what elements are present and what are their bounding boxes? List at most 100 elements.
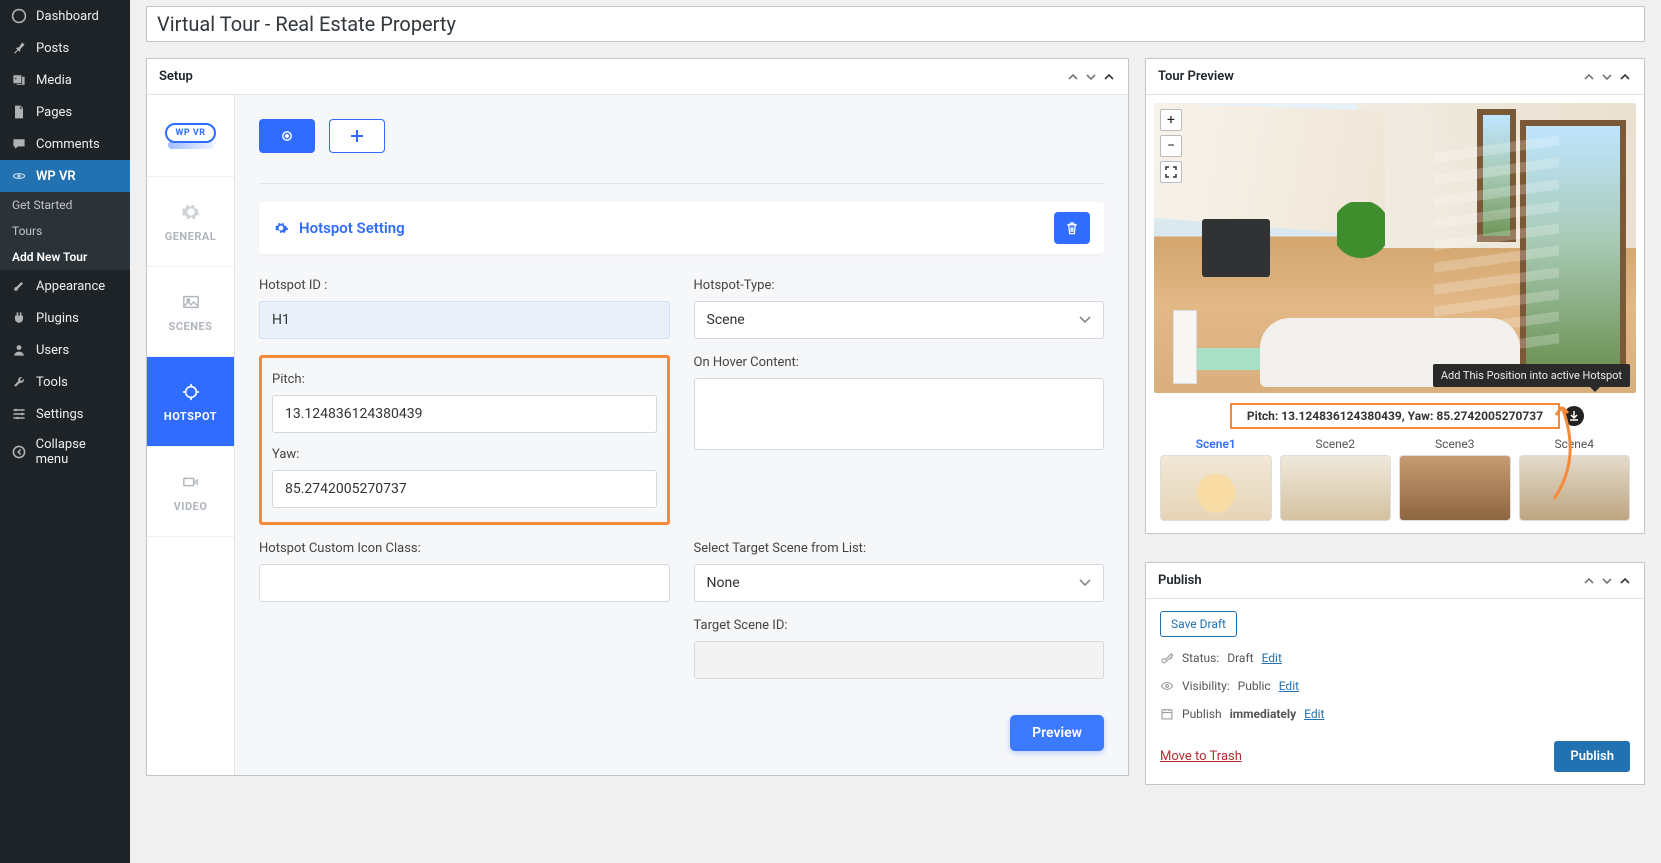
sub-tours[interactable]: Tours <box>0 218 130 244</box>
save-draft-button[interactable]: Save Draft <box>1160 611 1237 637</box>
panel-up-icon[interactable] <box>1582 70 1596 84</box>
nav-dashboard[interactable]: Dashboard <box>0 0 130 32</box>
sub-get-started[interactable]: Get Started <box>0 192 130 218</box>
brush-icon <box>10 277 28 295</box>
hotspot-id-field[interactable] <box>259 301 670 339</box>
download-icon <box>1568 410 1580 422</box>
scene-label: Scene4 <box>1554 437 1594 451</box>
target-scene-select[interactable]: None <box>694 564 1105 602</box>
panel-down-icon[interactable] <box>1600 70 1614 84</box>
tab-label: HOTSPOT <box>164 410 217 423</box>
sub-add-new-tour[interactable]: Add New Tour <box>0 244 130 270</box>
pitch-label: Pitch: <box>272 372 657 387</box>
nav-label: WP VR <box>36 169 76 184</box>
publish-button[interactable]: Publish <box>1554 741 1630 772</box>
delete-hotspot-button[interactable] <box>1054 212 1090 244</box>
nav-collapse[interactable]: Collapse menu <box>0 430 130 474</box>
scene-thumb-1[interactable]: Scene1 <box>1160 437 1272 521</box>
panel-toggle-icon[interactable] <box>1102 70 1116 84</box>
preview-button[interactable]: Preview <box>1010 715 1104 751</box>
hotspot-type-label: Hotspot-Type: <box>694 278 1105 293</box>
tab-label: GENERAL <box>165 230 217 243</box>
pano-viewer[interactable]: + − Add This Position into active Hotspo… <box>1154 103 1636 393</box>
panel-toggle-icon[interactable] <box>1618 574 1632 588</box>
media-icon <box>10 71 28 89</box>
tab-general[interactable]: GENERAL <box>147 177 234 267</box>
edit-visibility-link[interactable]: Edit <box>1279 679 1299 693</box>
nav-comments[interactable]: Comments <box>0 128 130 160</box>
hotspot-type-select[interactable]: Scene <box>694 301 1105 339</box>
edit-status-link[interactable]: Edit <box>1262 651 1282 665</box>
nav-plugins[interactable]: Plugins <box>0 302 130 334</box>
nav-wpvr-submenu: Get Started Tours Add New Tour <box>0 192 130 270</box>
pitch-field[interactable] <box>272 395 657 433</box>
wpvr-logo-swoosh <box>168 141 214 149</box>
setup-tabbar: WP VR GENERAL SCENES <box>147 95 235 775</box>
scene-thumb-image <box>1160 455 1272 521</box>
eye-icon <box>1160 679 1174 693</box>
nav-pages[interactable]: Pages <box>0 96 130 128</box>
zoom-out-button[interactable]: − <box>1160 135 1182 157</box>
nav-label: Appearance <box>36 279 105 294</box>
hover-textarea[interactable] <box>694 378 1105 450</box>
status-label: Status: <box>1182 651 1219 665</box>
user-icon <box>10 341 28 359</box>
yaw-field[interactable] <box>272 470 657 508</box>
tab-video[interactable]: VIDEO <box>147 447 234 537</box>
panel-toggle-icon[interactable] <box>1618 70 1632 84</box>
scene-label: Scene2 <box>1315 437 1355 451</box>
dashboard-icon <box>10 7 28 25</box>
panel-down-icon[interactable] <box>1084 70 1098 84</box>
nav-label: Media <box>36 73 72 88</box>
yaw-label: Yaw: <box>272 447 657 462</box>
tab-hotspot[interactable]: HOTSPOT <box>147 357 234 447</box>
visibility-label: Visibility: <box>1182 679 1230 693</box>
panel-up-icon[interactable] <box>1582 574 1596 588</box>
image-icon <box>179 290 203 314</box>
nav-users[interactable]: Users <box>0 334 130 366</box>
key-icon <box>1160 651 1174 665</box>
status-value: Draft <box>1227 651 1253 665</box>
nav-tools[interactable]: Tools <box>0 366 130 398</box>
nav-posts[interactable]: Posts <box>0 32 130 64</box>
apply-position-button[interactable] <box>1564 406 1584 426</box>
scene-label: Scene1 <box>1196 437 1236 451</box>
scene-thumb-3[interactable]: Scene3 <box>1399 437 1511 521</box>
nav-label: Dashboard <box>36 9 99 24</box>
edit-schedule-link[interactable]: Edit <box>1304 707 1324 721</box>
hotspot-id-label: Hotspot ID : <box>259 278 670 293</box>
tab-label: VIDEO <box>174 500 208 513</box>
schedule-value: immediately <box>1230 707 1297 721</box>
nav-media[interactable]: Media <box>0 64 130 96</box>
video-icon <box>179 470 203 494</box>
nav-label: Plugins <box>36 311 79 326</box>
panel-up-icon[interactable] <box>1066 70 1080 84</box>
scene-thumb-image <box>1280 455 1392 521</box>
tour-preview-header: Tour Preview <box>1158 69 1234 84</box>
zoom-in-button[interactable]: + <box>1160 109 1182 131</box>
visibility-value: Public <box>1238 679 1271 693</box>
fullscreen-button[interactable] <box>1160 161 1182 183</box>
nav-wpvr[interactable]: WP VR <box>0 160 130 192</box>
gear-icon <box>273 220 289 236</box>
scene-thumb-4[interactable]: Scene4 <box>1519 437 1631 521</box>
hotspot-add-button[interactable] <box>329 119 385 153</box>
scene-thumb-image <box>1399 455 1511 521</box>
nav-appearance[interactable]: Appearance <box>0 270 130 302</box>
pitch-yaw-text: Pitch: 13.124836124380439, Yaw: 85.27420… <box>1247 409 1543 423</box>
move-to-trash-link[interactable]: Move to Trash <box>1160 749 1242 764</box>
hotspot-current-button[interactable] <box>259 119 315 153</box>
plug-icon <box>10 309 28 327</box>
tab-logo: WP VR <box>147 95 234 177</box>
scene-thumb-2[interactable]: Scene2 <box>1280 437 1392 521</box>
icon-class-field[interactable] <box>259 564 670 602</box>
nav-label: Posts <box>36 41 69 56</box>
tour-title-field[interactable] <box>146 6 1645 42</box>
icon-class-label: Hotspot Custom Icon Class: <box>259 541 670 556</box>
nav-label: Tools <box>36 375 68 390</box>
tab-scenes[interactable]: SCENES <box>147 267 234 357</box>
wp-admin-sidebar: Dashboard Posts Media Pages Comments WP … <box>0 0 130 863</box>
nav-settings[interactable]: Settings <box>0 398 130 430</box>
target-id-field[interactable] <box>694 641 1105 679</box>
panel-down-icon[interactable] <box>1600 574 1614 588</box>
